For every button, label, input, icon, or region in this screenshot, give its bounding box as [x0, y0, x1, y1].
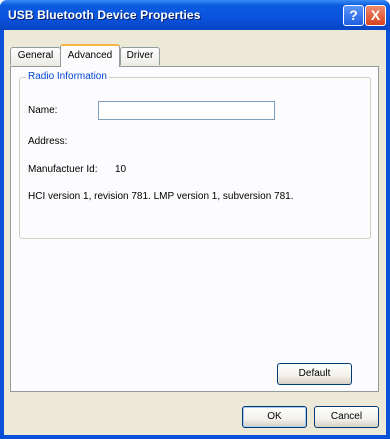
tab-advanced[interactable]: Advanced: [60, 44, 120, 67]
cancel-button[interactable]: Cancel: [314, 406, 379, 428]
default-button[interactable]: Default: [277, 363, 352, 385]
close-button[interactable]: X: [365, 5, 386, 26]
properties-dialog: USB Bluetooth Device Properties ? X Gene…: [0, 0, 390, 439]
name-input[interactable]: [98, 101, 275, 120]
advanced-tab-panel: Radio Information Name: Address: Manufac…: [10, 66, 379, 392]
manufacturer-id-value: 10: [115, 164, 127, 175]
name-label: Name:: [28, 105, 58, 116]
radio-information-group: Radio Information Name: Address: Manufac…: [19, 71, 371, 239]
version-info-text: HCI version 1, revision 781. LMP version…: [28, 191, 294, 202]
title-bar[interactable]: USB Bluetooth Device Properties ? X: [0, 0, 390, 30]
group-title: Radio Information: [26, 71, 109, 82]
manufacturer-id-label: Manufactuer Id:: [28, 164, 98, 175]
tab-driver[interactable]: Driver: [120, 47, 160, 65]
window-title: USB Bluetooth Device Properties: [8, 8, 201, 22]
ok-button[interactable]: OK: [242, 406, 307, 428]
dialog-client-area: General Advanced Driver Radio Informatio…: [4, 30, 386, 435]
tab-general[interactable]: General: [10, 47, 61, 65]
address-label: Address:: [28, 136, 68, 147]
help-button[interactable]: ?: [343, 5, 364, 26]
